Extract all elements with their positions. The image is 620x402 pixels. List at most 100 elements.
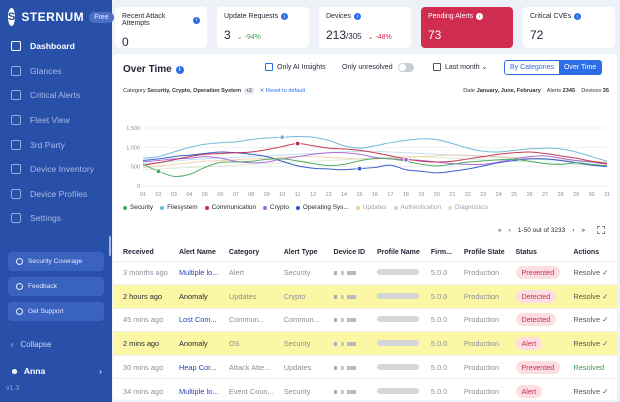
info-icon[interactable]: i <box>175 65 184 74</box>
sidebar-item-settings[interactable]: Settings <box>0 206 112 231</box>
last-page-icon[interactable]: » <box>581 227 585 234</box>
resolve-label: Resolve <box>573 339 601 349</box>
alert-name-link[interactable]: Lost Com... <box>168 307 219 332</box>
reset-filters-link[interactable]: ✕ Reset to default <box>260 88 305 94</box>
column-header[interactable]: Firm... <box>421 244 454 261</box>
filter-prefix: Category <box>123 88 146 94</box>
resolve-button[interactable]: Resolve ✓ <box>573 292 608 301</box>
table-row[interactable]: 45 mins ago Lost Com... Commun... Commun...… <box>113 307 617 332</box>
legend-item[interactable]: Security <box>123 204 153 211</box>
kpi-updates-label: Update Requests <box>224 13 279 20</box>
legend-item[interactable]: Diagnostics <box>448 204 488 211</box>
only-unresolved-toggle[interactable]: Only unresolved <box>342 63 414 72</box>
sidebar-scrollbar[interactable] <box>109 236 111 256</box>
kpi-devices[interactable]: Devices i 213/305 ⌄ -48% <box>319 7 411 48</box>
legend-item[interactable]: Communication <box>204 204 256 211</box>
table-row[interactable]: 2 mins ago Anomaly OS Security 5.0.0 Producti… <box>113 331 617 356</box>
over-time-tab[interactable]: Over Time <box>558 61 602 74</box>
check-icon: ✓ <box>600 386 609 396</box>
prev-page-icon[interactable]: ‹ <box>509 227 511 234</box>
sidebar-item-3rd-party[interactable]: 3rd Party <box>0 132 112 157</box>
alert-name-link[interactable]: Multiple lo... <box>168 378 219 402</box>
profile-name-redacted <box>377 363 419 370</box>
legend-item[interactable]: Crypto <box>263 204 289 211</box>
table-row[interactable]: 2 hours ago Anomaly Updates Crypto 5.0.0 Prod… <box>113 284 617 309</box>
alert-type-cell: Crypto <box>273 284 324 309</box>
sidebar-item-device-inventory[interactable]: Device Inventory <box>0 157 112 182</box>
legend-swatch <box>160 205 165 210</box>
only-ai-insights-checkbox[interactable]: Only AI Insights <box>265 63 326 71</box>
column-header[interactable]: Received <box>113 244 169 261</box>
x-tick-label: 27 <box>542 192 548 198</box>
resolve-label: Resolve <box>573 291 601 301</box>
sidebar-item-glances[interactable]: Glances <box>0 59 112 84</box>
filter-value: Security, Crypto, Operation System <box>147 88 242 94</box>
cube-icon <box>11 139 21 150</box>
toggle-switch[interactable] <box>397 63 414 72</box>
column-header[interactable]: Status <box>506 244 564 261</box>
get-support-button[interactable]: Get Support <box>8 302 104 321</box>
table-row[interactable]: 3 months ago Multiple lo... Alert Security 5… <box>113 260 617 285</box>
filter-more-chip[interactable]: +2 <box>244 88 254 94</box>
column-header[interactable]: Alert Type <box>274 244 324 261</box>
chevron-right-icon: › <box>99 366 102 376</box>
sidebar-item-critical-alerts[interactable]: Critical Alerts <box>0 83 112 108</box>
date-range-value: Last month <box>445 63 480 71</box>
column-header[interactable]: Device ID <box>324 244 367 261</box>
sidebar-item-device-profiles[interactable]: Device Profiles <box>0 182 112 207</box>
brand[interactable]: S STERNUM Free <box>0 0 114 34</box>
date-range-select[interactable]: Last month ⌄ <box>433 63 487 71</box>
first-page-icon[interactable]: « <box>498 227 502 234</box>
next-page-icon[interactable]: › <box>572 227 574 234</box>
kpi-attack-attempts[interactable]: Recent Attack Attempts i 0 <box>115 7 207 49</box>
security-coverage-button[interactable]: Security Coverage <box>8 252 104 271</box>
column-header[interactable]: Alert Name <box>169 244 219 261</box>
resolve-button[interactable]: Resolved <box>573 363 604 372</box>
info-icon[interactable]: i <box>281 13 289 20</box>
firmware-cell: 5.0.0 <box>420 284 454 309</box>
over-time-chart[interactable]: 1,500 1,000 500 001 02 03 04 05 06 07 08 09 10 11 12 13… <box>121 124 611 200</box>
column-header[interactable]: Actions <box>563 244 617 261</box>
profile-name-cell <box>367 284 421 309</box>
table-row[interactable]: 30 mins ago Heap Cor... Attack Atte... Upda… <box>113 354 617 379</box>
column-header[interactable]: Profile State <box>454 244 506 261</box>
kpi-pending-alerts[interactable]: Pending Alerts i 73 <box>421 7 513 48</box>
resolve-button[interactable]: Resolve ✓ <box>573 339 608 348</box>
legend-item[interactable]: Operating Sys... <box>295 204 349 211</box>
legend-item[interactable]: Updates <box>355 204 387 211</box>
device-id-redacted <box>333 271 356 276</box>
kpi-attack-label: Recent Attack Attempts <box>122 13 166 27</box>
resolve-button[interactable]: Resolve ✓ <box>573 387 608 396</box>
feedback-button[interactable]: Feedback <box>8 277 104 296</box>
kpi-update-requests[interactable]: Update Requests i 3 ⌄ -94% <box>217 7 309 48</box>
x-tick-label: 08 <box>248 192 254 198</box>
resolve-button[interactable]: Resolve ✓ <box>573 315 608 324</box>
resolve-button[interactable]: Resolve ✓ <box>573 268 608 277</box>
info-icon[interactable]: i <box>574 13 582 20</box>
kpi-critical-cves[interactable]: Critical CVEs i 72 <box>523 7 615 48</box>
alert-name-link[interactable]: Heap Cor... <box>168 354 219 379</box>
column-header[interactable]: Profile Name <box>367 244 421 261</box>
user-menu[interactable]: ☻ Anna › <box>10 366 102 376</box>
sidebar-item-dashboard[interactable]: Dashboard <box>0 34 112 59</box>
column-header[interactable]: Category <box>219 244 274 261</box>
collapse-label: Collapse <box>20 340 52 349</box>
legend-item[interactable]: Authentication <box>393 204 441 211</box>
sidebar-item-fleet-view[interactable]: Fleet View <box>0 108 112 133</box>
kpi-cves-label: Critical CVEs <box>530 13 572 20</box>
by-categories-tab[interactable]: By Categories <box>505 61 559 74</box>
expand-icon[interactable] <box>597 226 605 234</box>
user-icon: ☻ <box>10 366 20 376</box>
alert-name-link[interactable]: Anomaly <box>168 331 219 356</box>
table-row[interactable]: 34 mins ago Multiple lo... Event Coun... Se… <box>113 378 617 402</box>
legend-item[interactable]: Filesystem <box>160 204 198 211</box>
alert-name-link[interactable]: Multiple lo... <box>168 260 219 285</box>
info-icon[interactable]: i <box>476 13 484 20</box>
collapse-button[interactable]: ‹ Collapse <box>11 340 51 349</box>
info-icon[interactable]: i <box>193 16 200 24</box>
alert-name-link[interactable]: Anomaly <box>168 284 219 309</box>
legend-swatch <box>448 205 453 210</box>
info-icon[interactable]: i <box>353 13 361 20</box>
data-point-marker <box>279 134 286 141</box>
legend-label: Security <box>130 204 154 211</box>
